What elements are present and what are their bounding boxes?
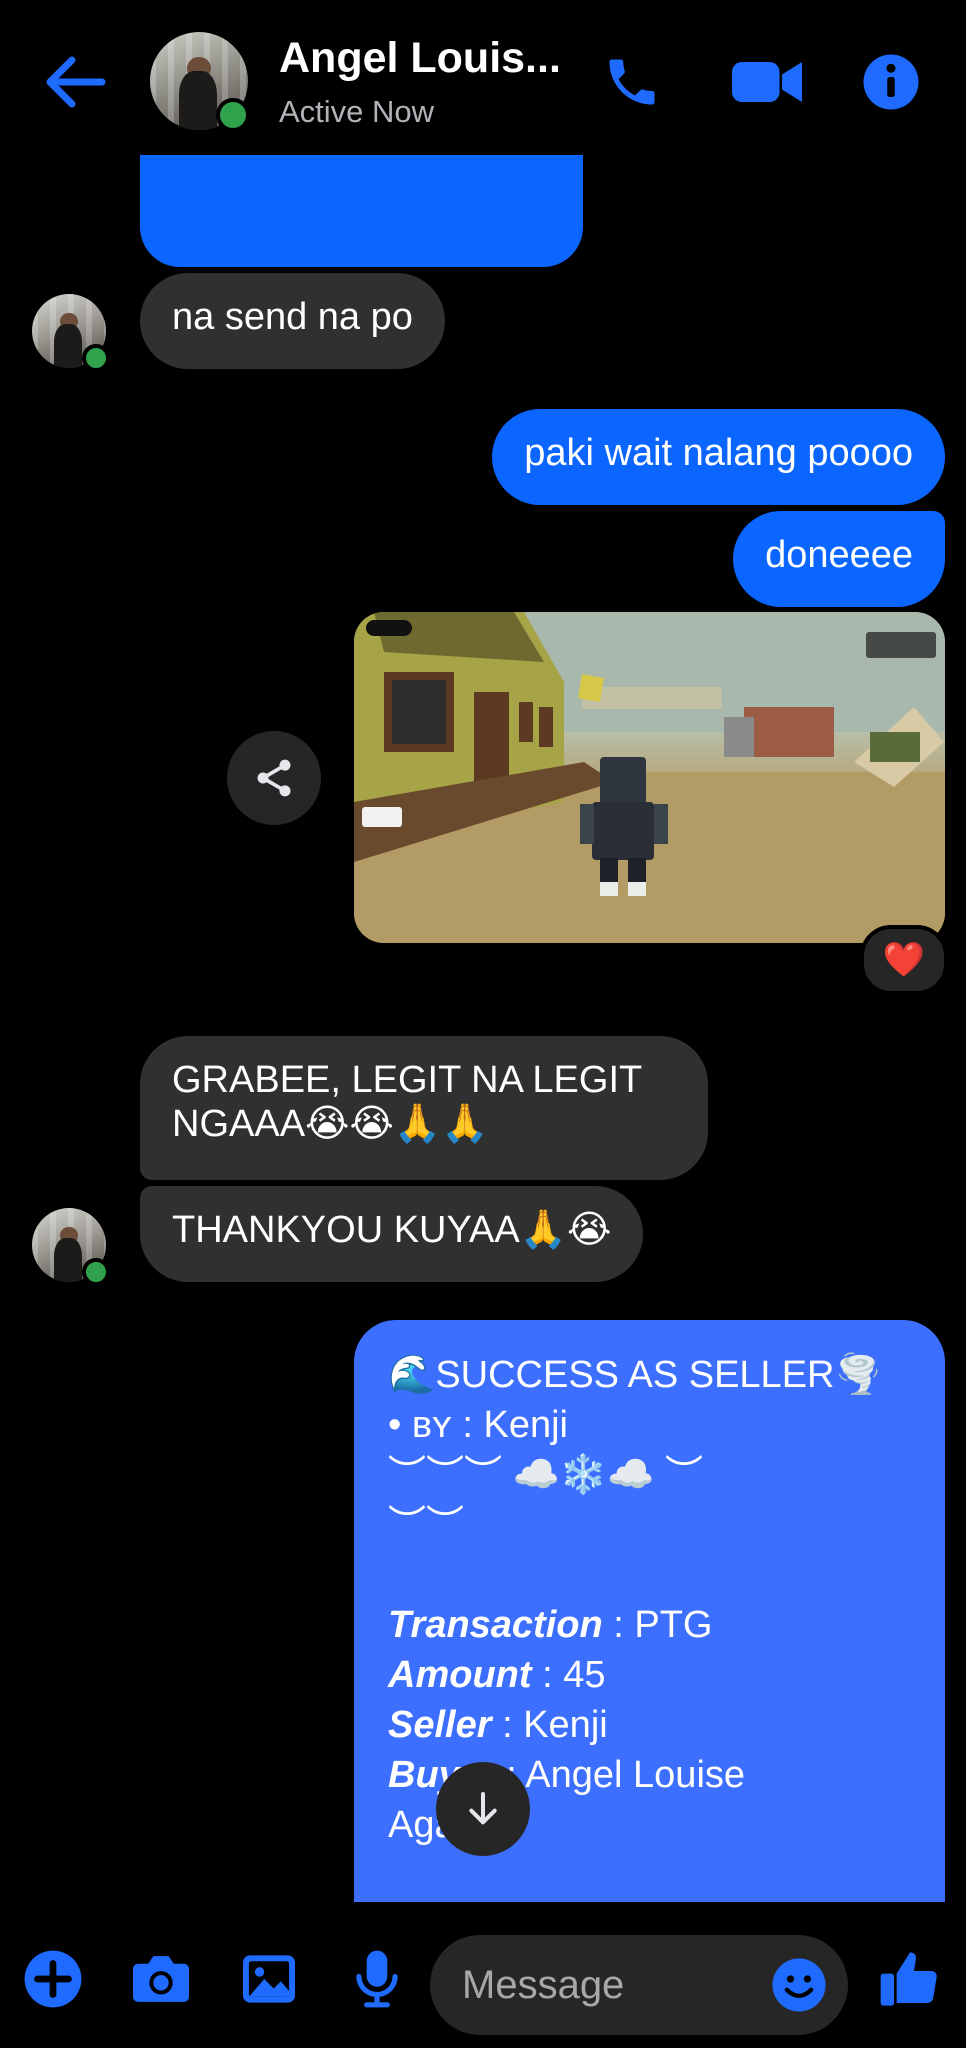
thumbs-up-icon xyxy=(880,1952,937,2006)
heart-icon: ❤️ xyxy=(882,941,926,979)
chat-header: Angel Louis... Active Now xyxy=(0,0,966,155)
outgoing-message-bubble[interactable]: doneeee xyxy=(733,511,945,607)
video-icon xyxy=(732,62,802,102)
outgoing-message-bubble-partial[interactable] xyxy=(140,155,583,267)
back-arrow-icon xyxy=(46,56,106,108)
voice-message-button[interactable] xyxy=(344,1946,410,2012)
game-scene-image xyxy=(354,612,945,943)
outgoing-message-bubble[interactable]: paki wait nalang poooo xyxy=(492,409,945,505)
seller-line: Seller : Kenji xyxy=(388,1704,608,1746)
voice-call-button[interactable] xyxy=(598,48,666,116)
microphone-icon xyxy=(356,1950,398,2008)
online-indicator xyxy=(82,344,110,372)
arrow-down-icon xyxy=(469,1792,497,1825)
gallery-button[interactable] xyxy=(236,1946,302,2012)
info-icon xyxy=(863,54,919,110)
incoming-message-bubble[interactable]: na send na po xyxy=(140,273,445,369)
transaction-line: Transaction : PTG xyxy=(388,1604,713,1646)
camera-button[interactable] xyxy=(128,1946,194,2012)
message-reaction[interactable]: ❤️ xyxy=(860,925,948,995)
seller-card-title: 🌊SUCCESS AS SELLER🌪️ xyxy=(388,1354,882,1396)
camera-icon xyxy=(133,1956,189,2002)
seller-card-decoration: ︶︶ xyxy=(388,1504,465,1546)
phone-icon xyxy=(609,59,655,105)
seller-card-by: • ʙʏ : Kenji xyxy=(388,1404,568,1446)
video-call-button[interactable] xyxy=(727,48,807,116)
share-icon xyxy=(257,759,291,797)
contact-name[interactable]: Angel Louis... xyxy=(279,34,561,83)
incoming-message-bubble[interactable]: THANKYOU KUYAA🙏😭 xyxy=(140,1186,644,1282)
incoming-message-bubble[interactable]: GRABEE, LEGIT NA LEGIT NGAAA😭😭🙏🙏 xyxy=(140,1036,708,1180)
online-indicator xyxy=(216,98,250,132)
amount-line: Amount : 45 xyxy=(388,1654,606,1696)
online-indicator xyxy=(82,1258,110,1286)
plus-icon xyxy=(24,1950,82,2008)
emoji-button[interactable] xyxy=(770,1956,828,2014)
scroll-to-bottom-button[interactable] xyxy=(436,1762,530,1856)
emoji-icon xyxy=(772,1958,826,2012)
shared-game-screenshot[interactable] xyxy=(354,612,945,943)
back-button[interactable] xyxy=(42,52,112,112)
like-button[interactable] xyxy=(870,1946,950,2012)
active-status: Active Now xyxy=(279,94,435,129)
seller-card-decoration: ︶︶︶ ☁️❄️☁️ ︶ xyxy=(388,1454,704,1496)
info-button[interactable] xyxy=(857,48,925,116)
image-icon xyxy=(243,1955,295,2003)
more-actions-button[interactable] xyxy=(20,1946,86,2012)
share-button[interactable] xyxy=(227,731,321,825)
